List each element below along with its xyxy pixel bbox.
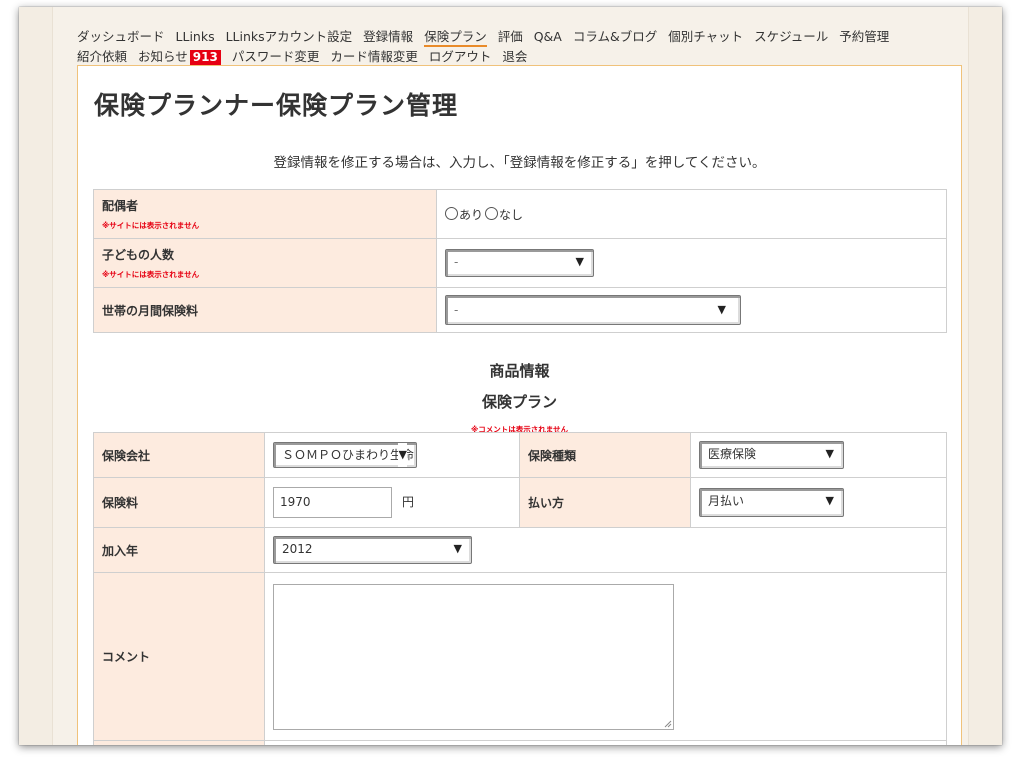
instruction-text: 登録情報を修正する場合は、入力し、「登録情報を修正する」を押してください。: [273, 155, 766, 171]
type-select-value: 医療保険: [708, 447, 757, 461]
company-label-cell: 保険会社: [93, 432, 265, 478]
year-row: 加入年 2012 ▼: [93, 527, 947, 573]
company-value-cell: ＳＯＭＰＯひまわり生命 ▼: [264, 432, 520, 478]
children-note: ※サイトには表示されません: [102, 270, 200, 279]
company-label: 保険会社: [102, 448, 151, 463]
nav-row-1: ダッシュボード LLinks LLinksアカウント設定 登録情報 保険プラン 評価 Q&A…: [77, 27, 977, 47]
nav-referral[interactable]: 紹介依頼: [77, 47, 127, 66]
spouse-label-cell: 配偶者 ※サイトには表示されません: [93, 189, 437, 239]
notice-count-badge: 913: [189, 50, 221, 65]
nav-password[interactable]: パスワード変更: [232, 47, 320, 66]
type-value-cell: 医療保険 ▼: [690, 432, 947, 478]
next-row: [93, 740, 947, 745]
fee-input[interactable]: 1970: [273, 487, 392, 518]
nav-notice[interactable]: お知らせ 913: [138, 47, 221, 66]
children-label: 子どもの人数: [102, 248, 175, 262]
comment-label: コメント: [102, 650, 151, 664]
year-label: 加入年: [102, 543, 139, 558]
children-row: 子どもの人数 ※サイトには表示されません - ▼: [93, 238, 947, 288]
fee-label-cell: 保険料: [93, 477, 265, 528]
payment-select[interactable]: 月払い ▼: [699, 488, 844, 517]
year-label-cell: 加入年: [93, 527, 265, 573]
company-select[interactable]: ＳＯＭＰＯひまわり生命 ▼: [273, 442, 417, 468]
nav-insurance-plan[interactable]: 保険プラン: [424, 29, 487, 47]
nav-llinks[interactable]: LLinks: [176, 27, 215, 46]
nav-notice-label: お知らせ: [138, 49, 188, 64]
browser-window: ダッシュボード LLinks LLinksアカウント設定 登録情報 保険プラン 評価 Q&A…: [19, 7, 1002, 745]
company-select-value: ＳＯＭＰＯひまわり生命: [282, 448, 415, 462]
premium-select-value: -: [454, 303, 459, 317]
product-info-heading: 商品情報: [489, 362, 550, 380]
chevron-down-icon: ▼: [825, 494, 834, 507]
nav-private-chat[interactable]: 個別チャット: [668, 27, 743, 46]
global-nav: ダッシュボード LLinks LLinksアカウント設定 登録情報 保険プラン 評価 Q&A…: [77, 27, 977, 66]
comment-label-cell: コメント: [93, 572, 265, 741]
chevron-down-icon: ▼: [575, 255, 584, 268]
spouse-yes-radio[interactable]: [445, 206, 458, 220]
premium-value-cell: - ▼: [436, 287, 947, 333]
type-select[interactable]: 医療保険 ▼: [699, 441, 844, 469]
nav-column-blog[interactable]: コラム&ブログ: [573, 27, 657, 46]
chevron-down-icon: ▼: [717, 303, 726, 316]
year-value-cell: 2012 ▼: [264, 527, 947, 573]
premium-row: 世帯の月間保険料 - ▼: [93, 287, 947, 333]
children-select[interactable]: - ▼: [445, 249, 594, 277]
year-select[interactable]: 2012 ▼: [273, 536, 472, 564]
spouse-yes-label[interactable]: あり: [459, 208, 483, 222]
comment-textarea[interactable]: [273, 583, 674, 730]
right-margin: [968, 7, 1002, 745]
spouse-radio-group: あり なし: [445, 206, 523, 222]
spouse-label: 配偶者: [102, 199, 139, 213]
chevron-down-icon: ▼: [825, 447, 834, 460]
resize-handle-icon[interactable]: [664, 720, 672, 728]
nav-row-2: 紹介依頼 お知らせ 913 パスワード変更 カード情報変更 ログアウト 退会: [77, 47, 977, 66]
fee-payment-row: 保険料 1970 円 払い方 月払い ▼: [93, 477, 947, 528]
payment-label: 払い方: [528, 496, 565, 510]
type-label-cell: 保険種類: [519, 432, 691, 478]
spouse-no-label[interactable]: なし: [499, 208, 523, 222]
premium-label: 世帯の月間保険料: [102, 303, 199, 318]
comment-value-cell: [264, 572, 947, 741]
nav-withdraw[interactable]: 退会: [502, 47, 527, 66]
left-margin: [19, 7, 53, 745]
comment-row: コメント: [93, 572, 947, 741]
next-row-label-cell: [93, 740, 265, 745]
nav-registration[interactable]: 登録情報: [363, 27, 413, 46]
insurance-plan-heading: 保険プラン: [481, 393, 557, 411]
children-value-cell: - ▼: [436, 238, 947, 288]
children-label-cell: 子どもの人数 ※サイトには表示されません: [93, 238, 437, 288]
nav-schedule[interactable]: スケジュール: [754, 27, 828, 46]
fee-unit: 円: [402, 495, 415, 509]
chevron-down-icon: ▼: [453, 542, 462, 555]
spouse-no-radio[interactable]: [485, 206, 499, 220]
spouse-value-cell: あり なし: [436, 189, 947, 239]
page-title: 保険プランナー保険プラン管理: [94, 91, 459, 120]
payment-label-cell: 払い方: [519, 477, 691, 528]
nav-card[interactable]: カード情報変更: [330, 47, 418, 66]
nav-rating[interactable]: 評価: [498, 27, 523, 46]
next-row-value-cell: [264, 740, 947, 745]
nav-qa[interactable]: Q&A: [534, 27, 562, 46]
plan-table: 保険会社 ＳＯＭＰＯひまわり生命 ▼ 保険種類 医療保険 ▼ 保険料 1970 …: [93, 432, 947, 745]
nav-logout[interactable]: ログアウト: [429, 47, 492, 66]
payment-select-value: 月払い: [708, 494, 745, 508]
company-type-row: 保険会社 ＳＯＭＰＯひまわり生命 ▼ 保険種類 医療保険 ▼: [93, 432, 947, 478]
year-select-value: 2012: [282, 542, 313, 556]
content-panel: 保険プランナー保険プラン管理 登録情報を修正する場合は、入力し、「登録情報を修正…: [77, 65, 962, 745]
payment-value-cell: 月払い ▼: [690, 477, 947, 528]
fee-label: 保険料: [102, 496, 139, 510]
type-label: 保険種類: [528, 448, 577, 463]
spouse-row: 配偶者 ※サイトには表示されません あり なし: [93, 189, 947, 239]
fee-value-cell: 1970 円: [264, 477, 520, 528]
premium-label-cell: 世帯の月間保険料: [93, 287, 437, 333]
spouse-note: ※サイトには表示されません: [102, 221, 200, 230]
children-select-value: -: [454, 255, 459, 269]
premium-select[interactable]: - ▼: [445, 295, 741, 325]
nav-dashboard[interactable]: ダッシュボード: [77, 27, 165, 46]
nav-reservations[interactable]: 予約管理: [839, 27, 889, 46]
nav-llinks-account[interactable]: LLinksアカウント設定: [226, 27, 353, 46]
household-table: 配偶者 ※サイトには表示されません あり なし 子どもの人数 ※サイトには表示され…: [93, 189, 947, 333]
chevron-down-icon: ▼: [397, 443, 407, 467]
